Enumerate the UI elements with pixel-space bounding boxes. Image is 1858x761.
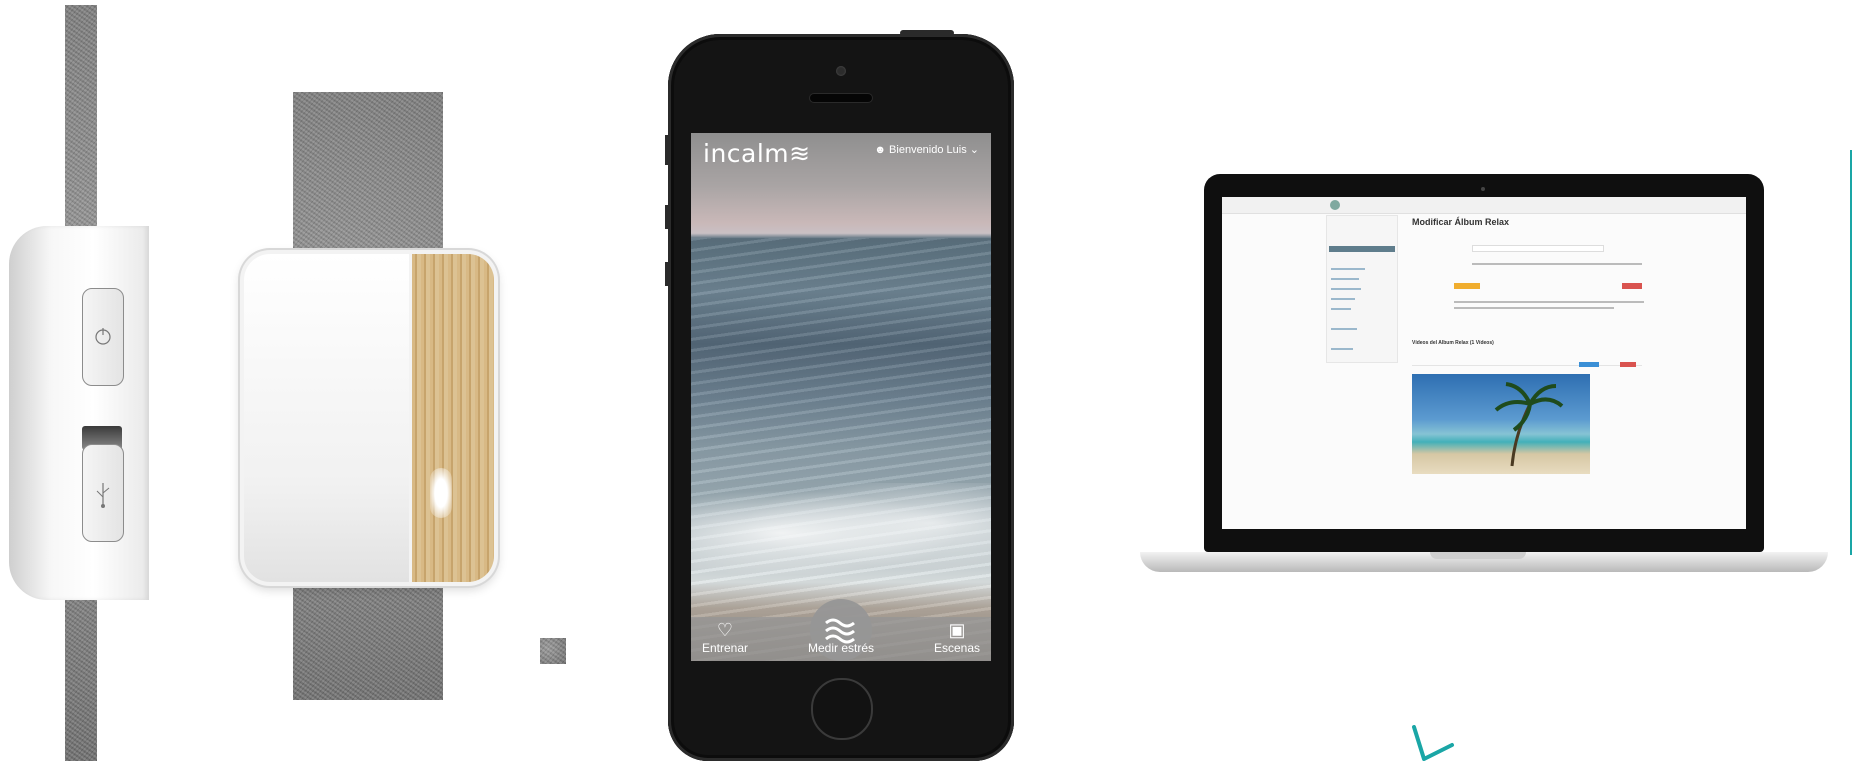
sidebar-item-active[interactable] — [1329, 246, 1395, 252]
sidebar-item[interactable] — [1331, 298, 1355, 300]
welcome-label: Bienvenido Luis — [889, 144, 967, 156]
tab-medir-estres[interactable]: . Medir estrés — [787, 617, 895, 661]
chevron-down-icon: ⌄ — [969, 144, 979, 156]
tab-label: Escenas — [933, 641, 981, 655]
tab-escenas[interactable]: ▣ Escenas — [923, 617, 991, 661]
admin-form-text — [1454, 301, 1644, 303]
admin-sidebar — [1326, 215, 1398, 363]
phone-side-button-left — [665, 135, 670, 165]
phone-home-button[interactable] — [811, 678, 873, 740]
phone-side-button-left — [665, 262, 670, 286]
admin-danger-button[interactable] — [1622, 283, 1642, 289]
sidebar-item[interactable] — [1331, 308, 1351, 310]
device-led-indicator — [430, 468, 452, 518]
phone-speaker — [810, 94, 872, 102]
heart-icon: ♡ — [716, 620, 734, 640]
tab-entrenar[interactable]: ♡ Entrenar — [691, 617, 759, 661]
admin-form-input[interactable] — [1472, 245, 1604, 252]
teal-divider-line — [1850, 150, 1852, 555]
user-icon: ☻ — [874, 144, 886, 156]
sea-foam — [691, 483, 991, 583]
user-menu[interactable]: ☻ Bienvenido Luis ⌄ — [874, 143, 979, 156]
tab-label: Entrenar — [701, 641, 749, 655]
phone-side-button-left — [665, 205, 670, 229]
wearable-device-front — [240, 250, 498, 586]
laptop-screen: Modificar Álbum Relax Vídeos del Album R… — [1222, 197, 1746, 529]
teal-arrow-icon — [1412, 725, 1454, 761]
app-logo: incalm≋ — [703, 139, 811, 168]
sidebar-item[interactable] — [1331, 268, 1365, 270]
device-usb-port[interactable] — [82, 444, 124, 542]
device-power-button[interactable] — [82, 288, 124, 386]
admin-logo-icon — [1330, 200, 1340, 210]
sea-waves — [691, 238, 991, 661]
tab-label: Medir estrés — [807, 641, 875, 655]
phone-side-button-top — [900, 30, 954, 36]
admin-form-text — [1472, 263, 1642, 265]
phone-screen: incalm≋ ☻ Bienvenido Luis ⌄ ♡ Entrenar .… — [691, 133, 991, 661]
album-photo — [1412, 374, 1590, 474]
bottom-tab-bar: ♡ Entrenar . Medir estrés ▣ Escenas — [691, 599, 991, 661]
admin-warning-button[interactable] — [1454, 283, 1480, 289]
admin-topbar — [1222, 197, 1746, 214]
laptop-camera — [1481, 187, 1485, 191]
power-icon — [95, 328, 111, 345]
wearable-device-side — [9, 226, 149, 600]
sidebar-item[interactable] — [1331, 288, 1361, 290]
image-icon: ▣ — [948, 620, 966, 640]
admin-video-table-row — [1412, 357, 1642, 366]
admin-video-section-title: Vídeos del Album Relax (1 Vídeos) — [1412, 340, 1494, 346]
usb-icon — [96, 483, 110, 508]
laptop-opening-notch — [1430, 552, 1526, 559]
sidebar-item[interactable] — [1331, 278, 1359, 280]
device-wood-panel — [412, 254, 494, 582]
phone-camera — [836, 66, 846, 76]
admin-primary-button[interactable] — [1579, 362, 1599, 367]
palm-tree-icon — [1494, 382, 1564, 467]
sidebar-item[interactable] — [1331, 348, 1353, 350]
sidebar-item[interactable] — [1331, 328, 1357, 330]
felt-swatch — [540, 638, 566, 664]
admin-danger-button[interactable] — [1620, 362, 1636, 367]
admin-page-title: Modificar Álbum Relax — [1412, 217, 1510, 227]
admin-form-text — [1454, 307, 1614, 309]
device-white-face — [244, 254, 409, 582]
